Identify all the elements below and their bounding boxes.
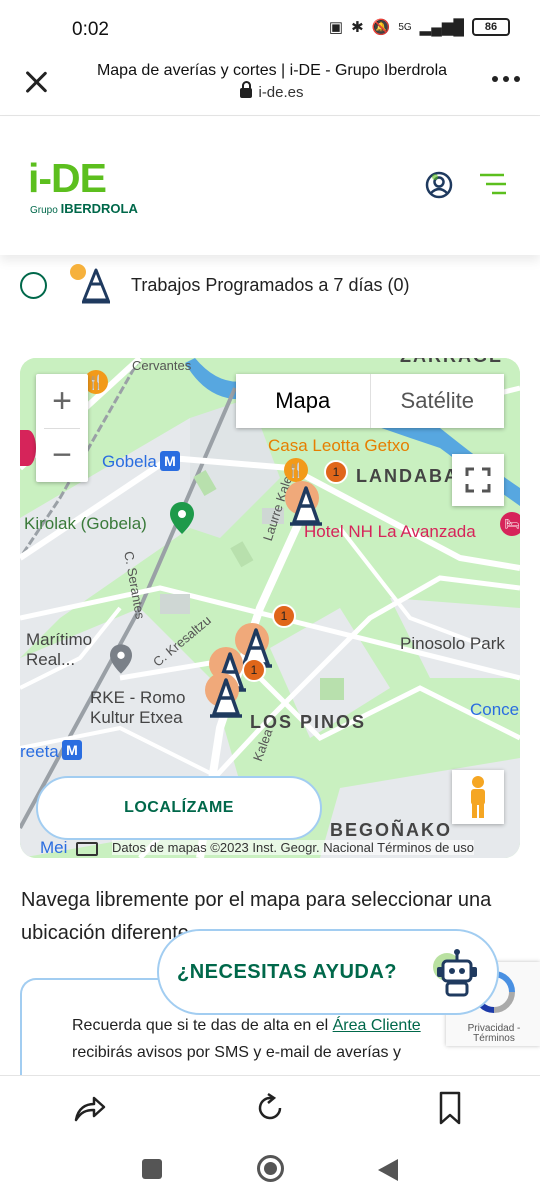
help-chat-button[interactable]: ¿NECESITAS AYUDA? — [157, 929, 499, 1015]
user-account-icon[interactable] — [424, 170, 454, 200]
logo-sub-brand: IBERDROLA — [60, 201, 138, 216]
traffic-cone-icon — [70, 264, 110, 304]
pegman-icon — [471, 776, 485, 818]
page-url: i-de.es — [62, 81, 482, 101]
traffic-cone-marker-icon[interactable] — [202, 670, 250, 726]
status-icons: ▣ ✱ 🔕 5G ▂▄▆█ 86 — [329, 18, 510, 36]
share-icon[interactable] — [72, 1090, 108, 1126]
map-type-toggle: Mapa Satélite — [236, 374, 504, 428]
filter-programmed-works[interactable]: Trabajos Programados a 7 días (0) — [0, 262, 540, 308]
fullscreen-icon — [465, 467, 491, 493]
site-header: i-DE Grupo IBERDROLA — [0, 117, 540, 255]
notice-prefix: Recuerda que si te das de alta en el — [72, 1017, 333, 1034]
map-label-area: Real... — [26, 650, 76, 669]
bookmark-icon[interactable] — [432, 1090, 468, 1126]
hotel-icon[interactable]: 🛏 — [500, 512, 520, 536]
reload-icon[interactable] — [252, 1090, 288, 1126]
bluetooth-icon: ✱ — [351, 19, 364, 36]
mute-icon: 🔕 — [371, 19, 391, 36]
map-label-poi[interactable]: Casa Leotta Getxo — [268, 436, 410, 456]
status-time: 0:02 — [72, 19, 109, 40]
map-attribution[interactable]: Datos de mapas ©2023 Inst. Geogr. Nacion… — [112, 840, 474, 855]
outage-map[interactable]: Cervantes ZARRAGE Casa Leotta Getxo LAND… — [20, 358, 520, 858]
browser-header: Mapa de averías y cortes | i-DE - Grupo … — [0, 56, 540, 116]
map-label-park: Pinosolo Park — [400, 634, 505, 653]
place-pin-icon[interactable] — [110, 644, 132, 674]
recent-apps-icon[interactable] — [142, 1159, 162, 1179]
keyboard-shortcuts-icon[interactable] — [76, 842, 98, 856]
map-label-metro[interactable]: reeta — [20, 742, 59, 762]
logo-text: i-DE — [28, 155, 107, 201]
map-label-poi[interactable]: Kirolak (Gobela) — [24, 514, 147, 534]
system-nav-bar — [0, 1139, 540, 1200]
network-label: 5G — [398, 21, 412, 33]
zoom-out-button[interactable]: − — [36, 428, 88, 482]
logo[interactable]: i-DE Grupo IBERDROLA — [28, 155, 138, 217]
zoom-in-button[interactable]: + — [36, 374, 88, 428]
client-area-link[interactable]: Área Cliente — [333, 1017, 421, 1034]
map-label-street: Cervantes — [132, 358, 192, 373]
zoom-control: + − — [36, 374, 88, 482]
traffic-cone-marker-icon[interactable] — [282, 478, 330, 534]
poi-edge-icon[interactable] — [20, 430, 36, 466]
map-label-district: LANDABA — [356, 466, 459, 486]
chatbot-robot-icon — [433, 949, 477, 997]
back-icon[interactable] — [376, 1157, 400, 1183]
filter-radio[interactable] — [20, 272, 47, 299]
street-view-button[interactable] — [452, 770, 504, 824]
metro-icon[interactable]: M — [160, 451, 180, 471]
battery-icon: 86 — [472, 18, 510, 36]
map-type-satellite-button[interactable]: Satélite — [371, 374, 505, 428]
map-label-district: BEGOÑAKO — [330, 820, 453, 840]
map-label-metro[interactable]: Gobela — [102, 452, 157, 472]
help-label: ¿NECESITAS AYUDA? — [177, 961, 398, 983]
logo-sub-prefix: Grupo — [30, 205, 58, 216]
map-label-area: Conce — [470, 700, 520, 719]
metro-icon[interactable]: M — [62, 740, 82, 760]
notice-text: Recuerda que si te das de alta en el Áre… — [72, 1012, 472, 1066]
close-icon[interactable] — [20, 66, 52, 98]
browser-bottom-bar — [0, 1075, 540, 1139]
signal-icon: ▂▄▆█ — [419, 19, 464, 36]
logo-subtitle: Grupo IBERDROLA — [30, 201, 138, 216]
more-options-icon[interactable] — [492, 76, 520, 82]
map-label-poi[interactable]: Kultur Etxea — [90, 708, 183, 728]
home-icon[interactable] — [257, 1155, 284, 1182]
locate-me-button[interactable]: LOCALÍZAME — [36, 776, 322, 840]
nfc-icon: ▣ — [328, 19, 344, 36]
status-bar: 0:02 ▣ ✱ 🔕 5G ▂▄▆█ 86 — [0, 0, 540, 56]
notice-suffix: recibirás avisos por SMS y e-mail de ave… — [72, 1044, 401, 1061]
place-pin-icon[interactable] — [170, 502, 194, 534]
map-label-area: Mei — [40, 838, 68, 857]
page-title: Mapa de averías y cortes | i-DE - Grupo … — [96, 62, 448, 79]
recaptcha-text[interactable]: Privacidad - Términos — [450, 1024, 538, 1044]
map-type-map-button[interactable]: Mapa — [236, 374, 371, 428]
filter-label: Trabajos Programados a 7 días (0) — [131, 275, 410, 295]
hamburger-menu-icon[interactable] — [478, 172, 508, 196]
url-text: i-de.es — [258, 84, 304, 101]
map-label-area: Marítimo — [26, 630, 93, 649]
lock-icon — [240, 81, 253, 98]
map-label-district: ZARRAGE — [400, 358, 503, 367]
map-label-poi[interactable]: RKE - Romo — [90, 688, 185, 708]
fullscreen-button[interactable] — [452, 454, 504, 506]
